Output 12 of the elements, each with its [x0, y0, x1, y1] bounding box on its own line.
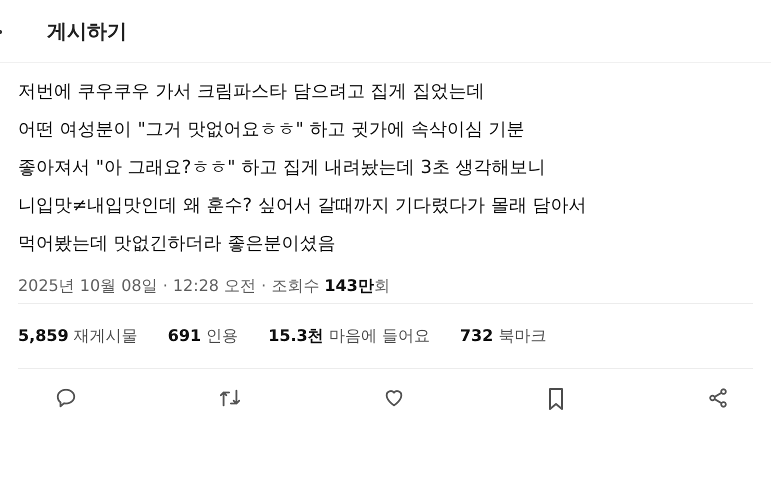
- reply-icon[interactable]: [55, 387, 77, 409]
- stat-link[interactable]: 5,859 재게시물: [18, 326, 138, 346]
- post-meta: 2025년 10월 08일 · 12:28 오전 · 조회수 143만회: [18, 275, 391, 297]
- stat-link[interactable]: 691 인용: [168, 326, 238, 346]
- stat-link[interactable]: 15.3천 마음에 들어요: [268, 326, 430, 346]
- repost-icon[interactable]: [218, 387, 242, 409]
- post-text: 저번에 쿠우쿠우 가서 크림파스타 담으려고 집게 집었는데 어떤 여성분이 "그거 맛없어요ㅎㅎ" 하고 귓가에 속삭이심 기분 좋아져서 "아 그래요?ㅎㅎ" 하고 집게 내려놨는데 3초 생각해보니 니입맛≠내입맛인데 왜 훈수? 싶어서 갈때까지 기다렸다가 몰래 담아서 먹어봤는데 맛없긴하더라 좋은분이셨음: [18, 80, 588, 256]
- stat-link[interactable]: 732 북마크: [460, 326, 546, 346]
- page-title: 게시하기: [47, 18, 127, 44]
- heart-icon[interactable]: [383, 387, 405, 409]
- bookmark-icon[interactable]: [546, 387, 566, 411]
- share-icon[interactable]: [707, 387, 729, 409]
